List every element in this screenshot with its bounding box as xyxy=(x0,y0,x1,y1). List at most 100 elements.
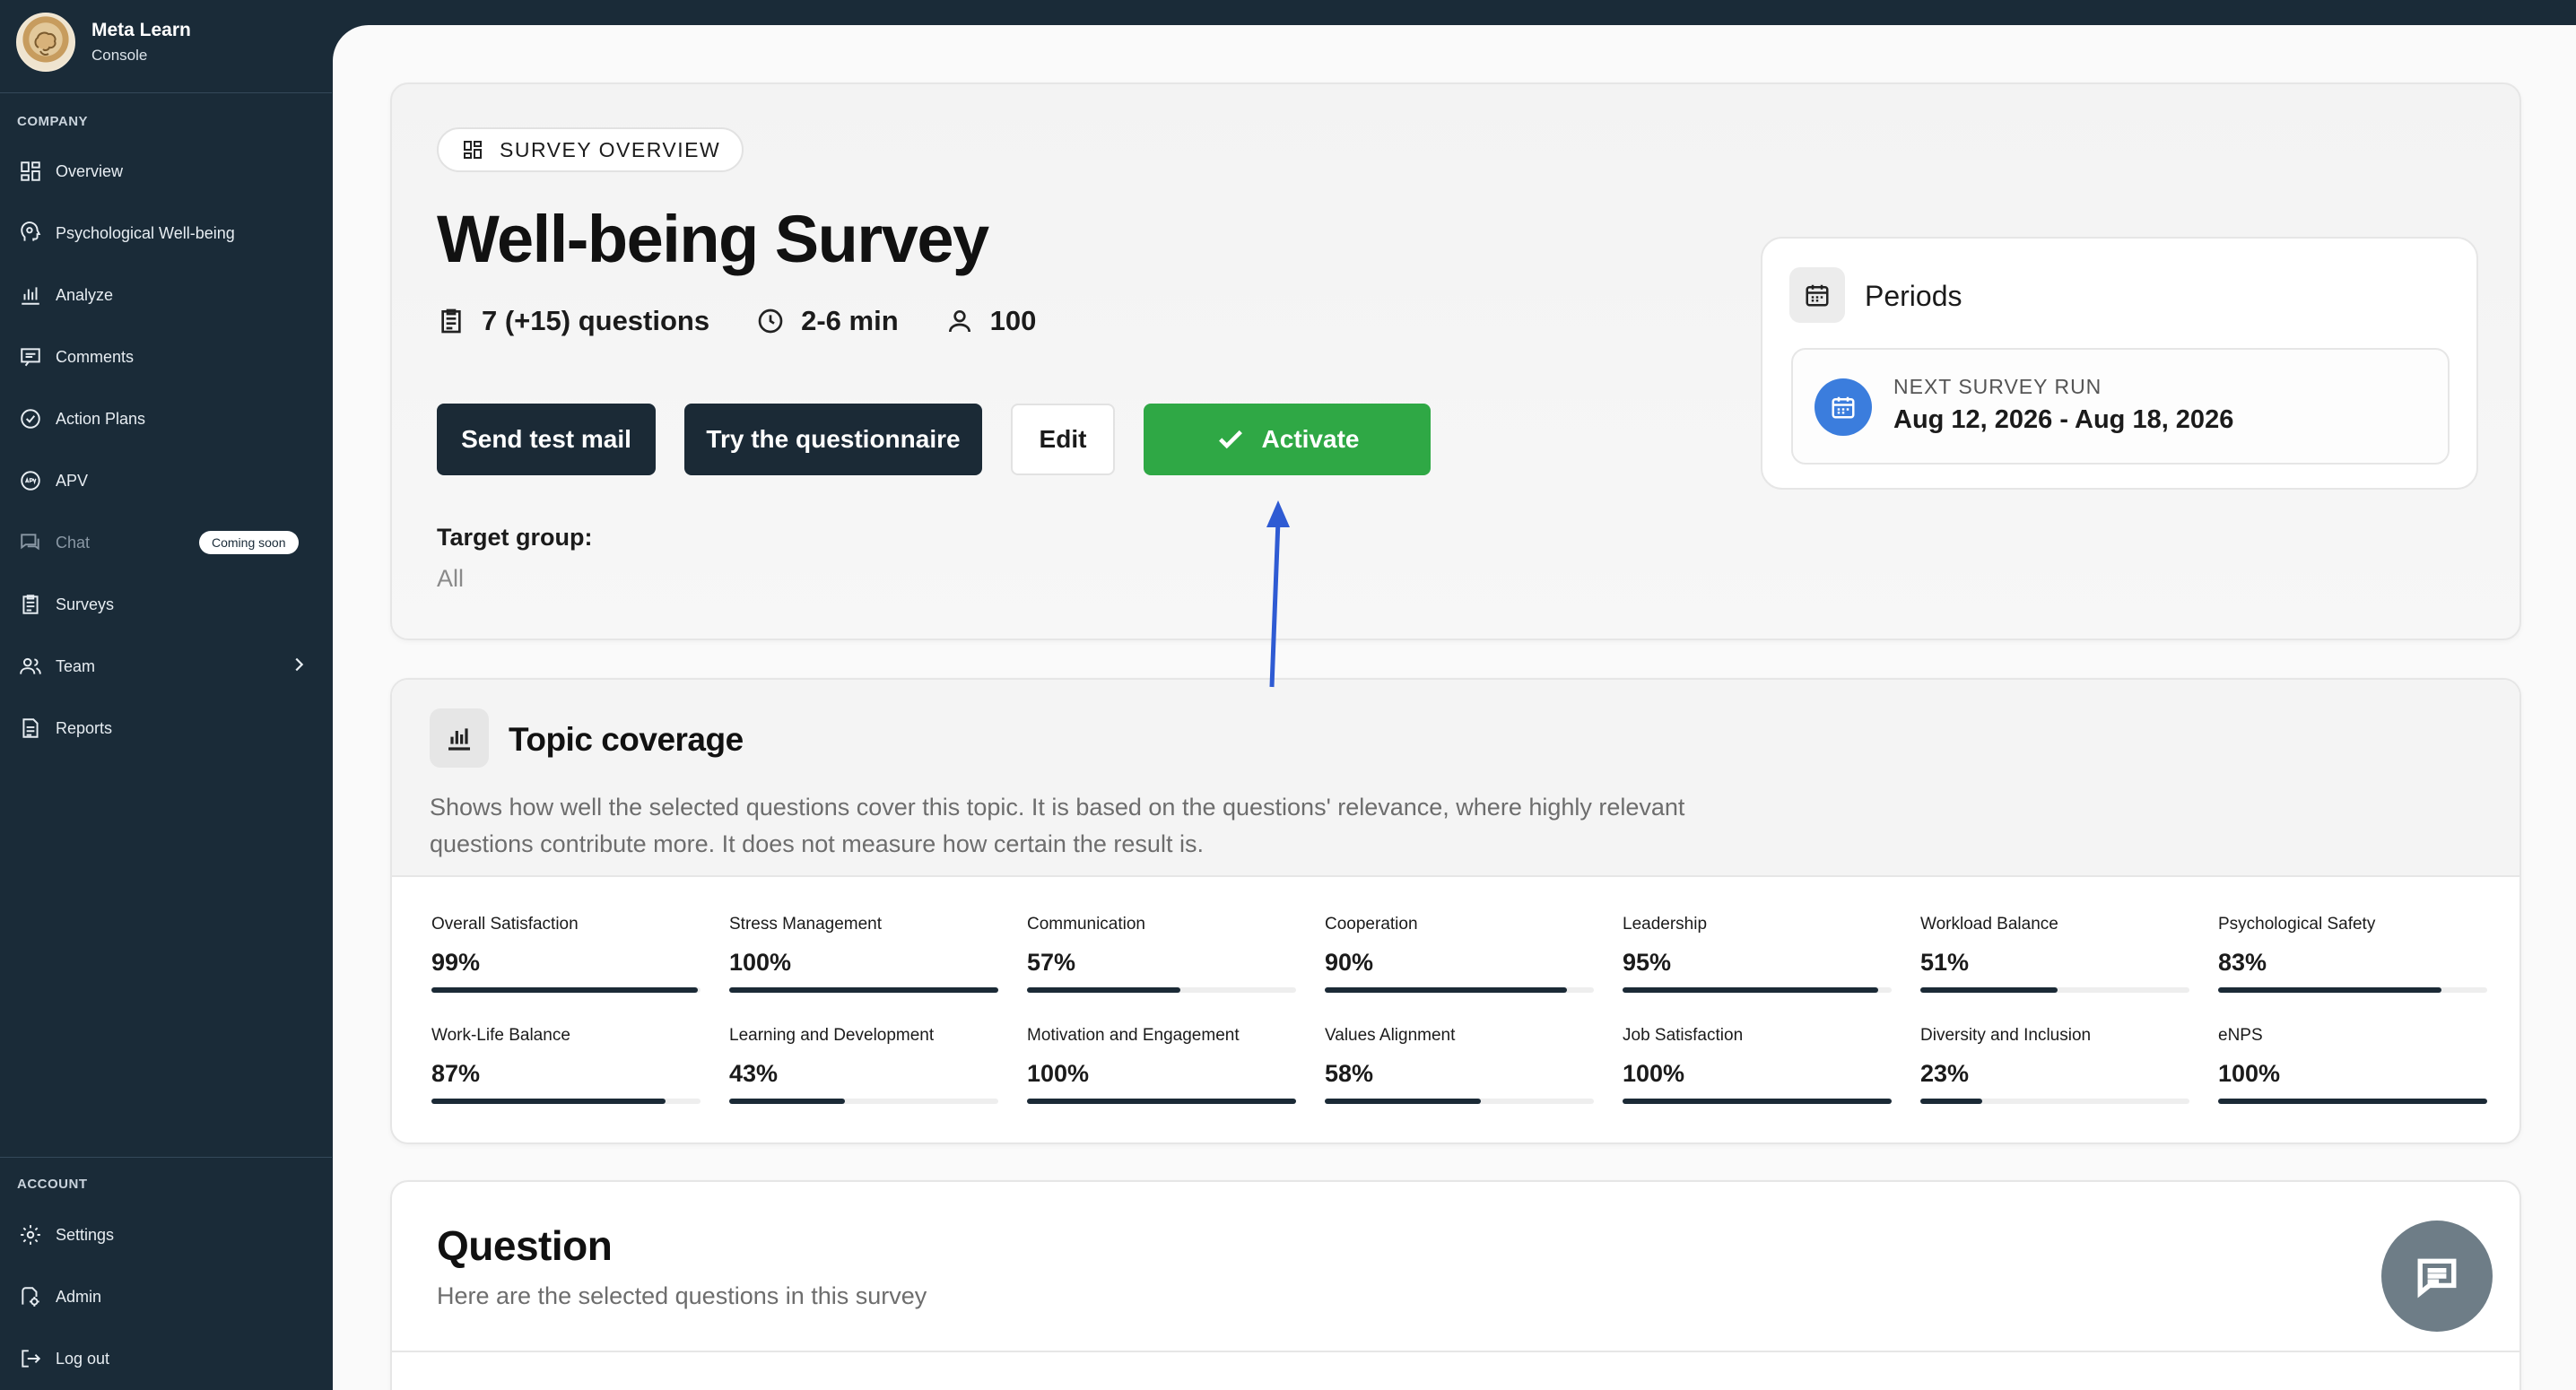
grid-icon xyxy=(464,141,482,159)
sidebar-item-label: Surveys xyxy=(56,595,115,613)
sidebar-item-label: Psychological Well-being xyxy=(56,223,235,242)
metric-progress-track xyxy=(431,1099,701,1104)
metric-progress-track xyxy=(1920,1099,2189,1104)
report-icon xyxy=(18,716,43,741)
brand[interactable]: Meta Learn Console xyxy=(16,13,191,72)
sidebar-section-company: COMPANY xyxy=(17,114,89,129)
chip-label: SURVEY OVERVIEW xyxy=(500,137,721,161)
metric-value: 51% xyxy=(1920,949,1970,976)
metric-progress-track xyxy=(2218,1099,2487,1104)
calendar-icon xyxy=(1815,378,1872,436)
question-count-text: 7 (+15) questions xyxy=(482,305,710,336)
metric-value: 100% xyxy=(2218,1060,2281,1087)
participants: 100 xyxy=(945,305,1037,337)
metric-value: 100% xyxy=(1623,1060,1685,1087)
sidebar-item-reports[interactable]: Reports xyxy=(0,705,332,751)
try-questionnaire-button[interactable]: Try the questionnaire xyxy=(684,404,982,475)
metric-value: 90% xyxy=(1325,949,1374,976)
chevron-right-icon[interactable] xyxy=(289,655,309,679)
sidebar-item-chat[interactable]: Chat Coming soon xyxy=(0,519,332,566)
metric-name: Diversity and Inclusion xyxy=(1920,1026,2092,1045)
topic-metric: Motivation and Engagement 100% xyxy=(1027,1026,1296,1104)
sidebar-item-psychological-wellbeing[interactable]: Psychological Well-being xyxy=(0,210,332,256)
participants-text: 100 xyxy=(989,305,1037,336)
metric-progress-fill xyxy=(431,987,698,993)
sidebar-item-team[interactable]: Team xyxy=(0,643,332,690)
topic-metric: Overall Satisfaction 99% xyxy=(431,915,701,993)
periods-title: Periods xyxy=(1865,280,1962,312)
user-icon xyxy=(948,310,970,333)
sidebar-item-surveys[interactable]: Surveys xyxy=(0,581,332,628)
metric-name: Communication xyxy=(1027,915,1145,934)
edit-button[interactable]: Edit xyxy=(1011,404,1115,475)
question-card: Question Here are the selected questions… xyxy=(390,1180,2521,1390)
metric-progress-track xyxy=(2218,987,2487,993)
topic-metric: eNPS 100% xyxy=(2218,1026,2487,1104)
bar-chart-icon xyxy=(430,708,489,768)
metric-name: eNPS xyxy=(2218,1026,2263,1045)
metric-name: Job Satisfaction xyxy=(1623,1026,1744,1045)
comment-icon xyxy=(18,344,43,369)
metric-progress-fill xyxy=(1027,1099,1296,1104)
topic-coverage-title: Topic coverage xyxy=(509,721,744,758)
metric-name: Psychological Safety xyxy=(2218,915,2376,934)
sidebar: Meta Learn Console COMPANY Overview Psyc… xyxy=(0,0,332,1390)
sidebar-divider xyxy=(0,92,332,93)
sidebar-item-apv[interactable]: APV xyxy=(0,457,332,504)
sidebar-item-admin[interactable]: Admin xyxy=(0,1273,332,1320)
survey-overview-chip: SURVEY OVERVIEW xyxy=(437,127,744,172)
metric-progress-fill xyxy=(2218,987,2441,993)
send-test-mail-button[interactable]: Send test mail xyxy=(437,404,656,475)
calendar-icon xyxy=(1789,267,1845,323)
grid-icon xyxy=(18,159,43,184)
head-icon xyxy=(18,221,43,246)
check-icon xyxy=(1218,430,1242,449)
metric-progress-track xyxy=(1623,987,1892,993)
sidebar-item-analyze[interactable]: Analyze xyxy=(0,272,332,318)
sidebar-item-overview[interactable]: Overview xyxy=(0,148,332,195)
brand-logo-icon xyxy=(16,13,75,72)
metric-progress-track xyxy=(1623,1099,1892,1104)
metric-name: Stress Management xyxy=(729,915,883,934)
topic-metric: Values Alignment 58% xyxy=(1325,1026,1594,1104)
metric-value: 43% xyxy=(729,1060,779,1087)
topic-coverage-header: Topic coverage Shows how well the select… xyxy=(392,680,2519,877)
metric-progress-fill xyxy=(2218,1099,2487,1104)
metric-value: 99% xyxy=(431,949,481,976)
duration-text: 2-6 min xyxy=(801,305,899,336)
metric-value: 58% xyxy=(1325,1060,1374,1087)
sidebar-item-label: Admin xyxy=(56,1287,102,1306)
topic-metric: Learning and Development 43% xyxy=(729,1026,998,1104)
metric-progress-fill xyxy=(1325,1099,1481,1104)
admin-icon xyxy=(18,1284,43,1309)
sidebar-item-settings[interactable]: Settings xyxy=(0,1212,332,1258)
coming-soon-badge: Coming soon xyxy=(199,531,299,554)
next-survey-run[interactable]: NEXT SURVEY RUN Aug 12, 2026 - Aug 18, 2… xyxy=(1791,348,2450,465)
target-group-label: Target group: xyxy=(437,524,593,551)
main-content: SURVEY OVERVIEW Well-being Survey 7 (+15… xyxy=(333,25,2576,1390)
metric-value: 87% xyxy=(431,1060,481,1087)
question-divider xyxy=(392,1351,2519,1352)
topic-metric: Work-Life Balance 87% xyxy=(431,1026,701,1104)
metric-progress-track xyxy=(1027,1099,1296,1104)
sidebar-item-label: Reports xyxy=(56,718,113,737)
topic-coverage-description: Shows how well the selected questions co… xyxy=(430,794,1685,857)
logout-icon xyxy=(18,1346,43,1371)
survey-overview-card: SURVEY OVERVIEW Well-being Survey 7 (+15… xyxy=(390,83,2521,640)
chat-fab-button[interactable] xyxy=(2381,1221,2493,1332)
topic-metric: Job Satisfaction 100% xyxy=(1623,1026,1892,1104)
activate-button[interactable]: Activate xyxy=(1144,404,1431,475)
sidebar-item-label: Overview xyxy=(56,161,124,180)
sidebar-divider xyxy=(0,1157,332,1158)
metric-progress-track xyxy=(431,987,701,993)
metric-progress-track xyxy=(729,1099,998,1104)
sidebar-item-label: Comments xyxy=(56,347,135,366)
target-group-value: All xyxy=(437,565,465,592)
sidebar-item-logout[interactable]: Log out xyxy=(0,1335,332,1382)
metric-progress-track xyxy=(1325,987,1594,993)
topic-metric: Stress Management 100% xyxy=(729,915,998,993)
sidebar-item-action-plans[interactable]: Action Plans xyxy=(0,395,332,442)
sidebar-item-comments[interactable]: Comments xyxy=(0,334,332,380)
metric-progress-fill xyxy=(729,1099,845,1104)
duration: 2-6 min xyxy=(756,305,899,337)
